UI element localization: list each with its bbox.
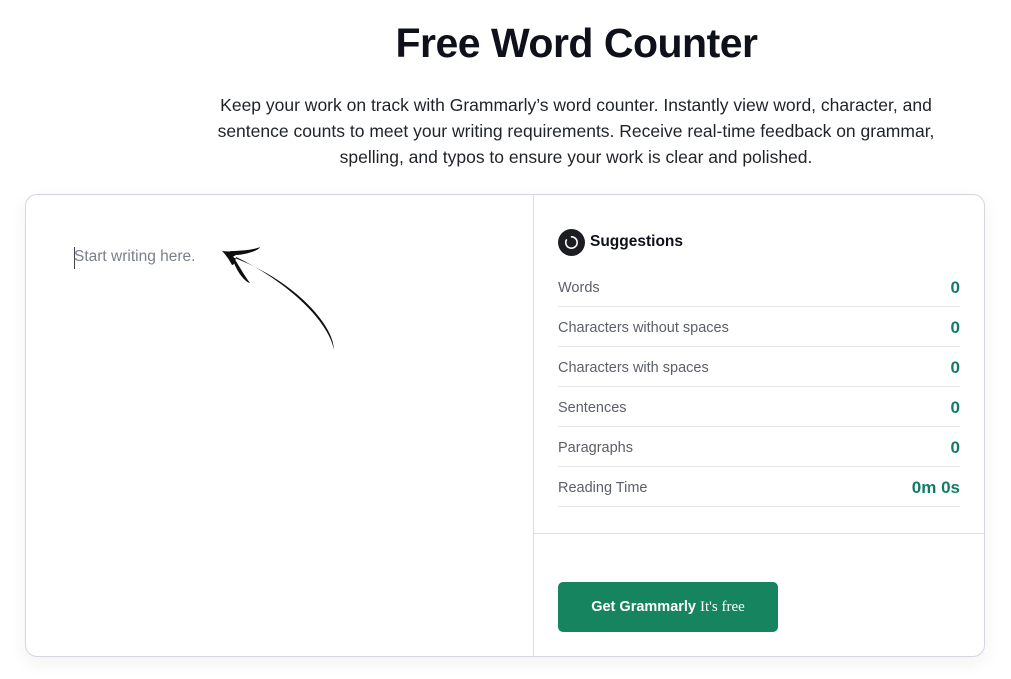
stat-row-words: Words 0 xyxy=(558,267,960,307)
cta-strong-text: Get Grammarly xyxy=(591,599,696,615)
editor-placeholder: Start writing here. xyxy=(74,248,196,265)
spinner-icon xyxy=(558,228,585,256)
suggestions-header[interactable]: Suggestions xyxy=(558,228,684,256)
panel-divider xyxy=(534,533,984,534)
stat-value: 0 xyxy=(950,437,960,457)
stat-value: 0 xyxy=(950,397,960,417)
stat-label: Paragraphs xyxy=(558,439,633,456)
stat-value: 0 xyxy=(950,317,960,337)
stat-label: Characters with spaces xyxy=(558,359,709,376)
page-title: Free Word Counter xyxy=(395,20,758,66)
suggestions-label: Suggestions xyxy=(590,233,684,250)
word-counter-card: Start writing here. Suggestions Words 0 … xyxy=(25,194,985,657)
curved-arrow-icon xyxy=(222,247,334,350)
stats-panel: Suggestions Words 0 Characters without s… xyxy=(534,195,984,656)
stat-row-characters-without-spaces: Characters without spaces 0 xyxy=(558,307,960,347)
stat-value: 0 xyxy=(950,277,960,297)
stat-value: 0 xyxy=(950,357,960,377)
stats-list: Words 0 Characters without spaces 0 Char… xyxy=(558,267,960,507)
text-editor[interactable]: Start writing here. xyxy=(26,195,534,656)
stat-row-characters-with-spaces: Characters with spaces 0 xyxy=(558,347,960,387)
stat-label: Words xyxy=(558,279,600,296)
stat-row-reading-time: Reading Time 0m 0s xyxy=(558,467,960,507)
stat-row-paragraphs: Paragraphs 0 xyxy=(558,427,960,467)
stat-label: Characters without spaces xyxy=(558,319,729,336)
stat-row-sentences: Sentences 0 xyxy=(558,387,960,427)
stat-label: Reading Time xyxy=(558,479,648,496)
cta-light-text: It's free xyxy=(700,598,745,615)
page: Free Word Counter Keep your work on trac… xyxy=(0,0,1011,679)
stat-label: Sentences xyxy=(558,399,627,416)
stat-value: 0m 0s xyxy=(911,477,960,497)
page-subtitle: Keep your work on track with Grammarly’s… xyxy=(217,95,935,167)
get-grammarly-button[interactable]: Get Grammarly It's free xyxy=(558,582,778,632)
